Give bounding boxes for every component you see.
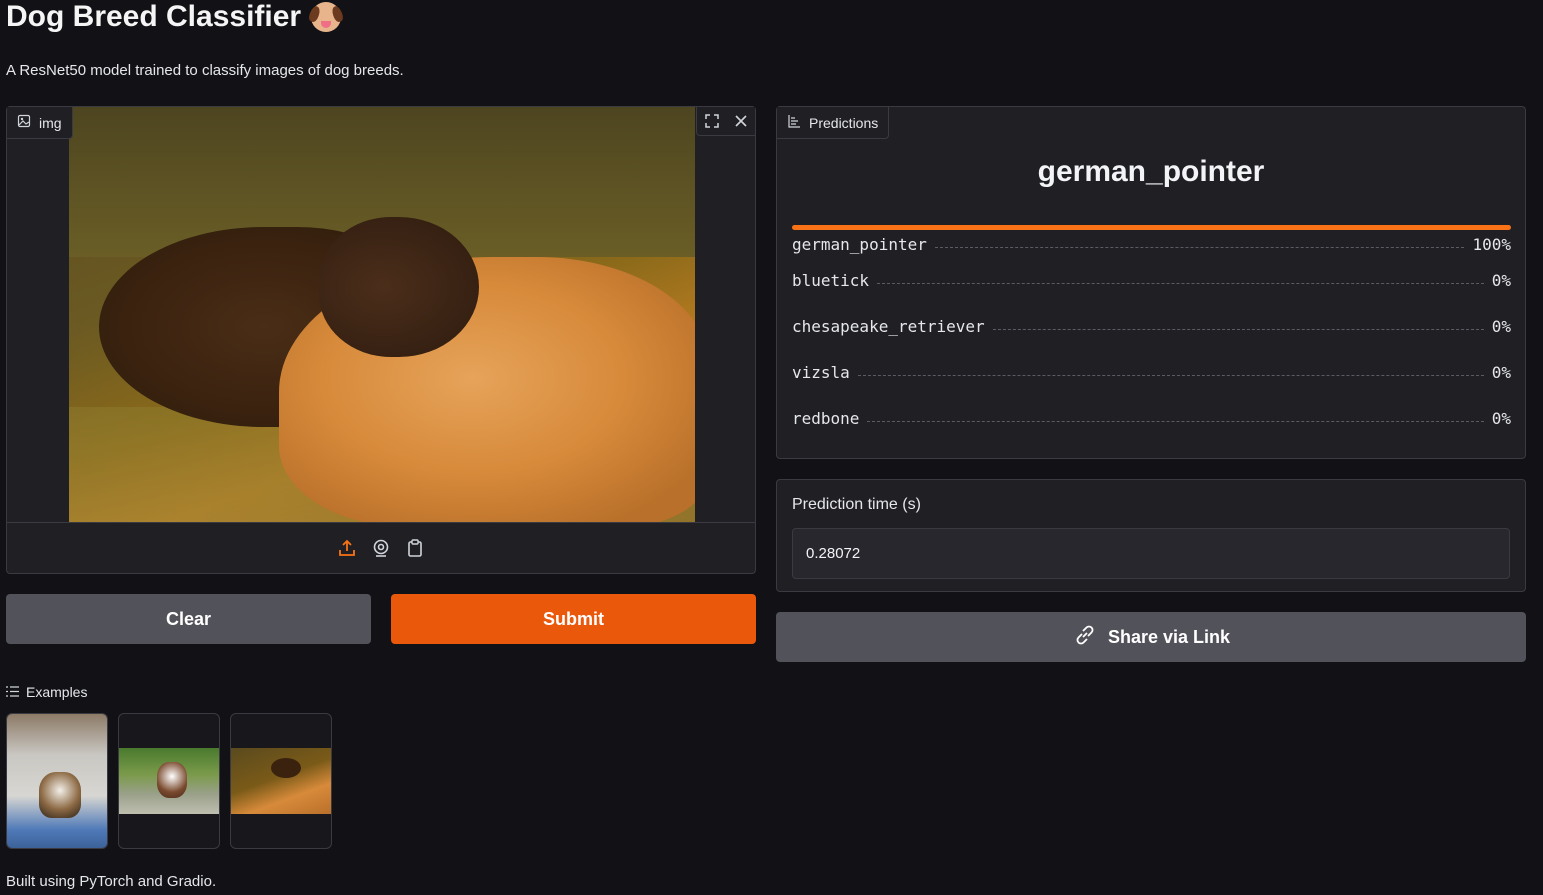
confidence-value: 100% xyxy=(1472,235,1511,254)
image-preview[interactable] xyxy=(7,107,755,523)
link-icon xyxy=(1072,622,1098,653)
confidence-value: 0% xyxy=(1491,271,1511,290)
list-icon xyxy=(6,684,19,700)
image-input-label: img xyxy=(7,107,73,139)
predictions-label: Predictions xyxy=(777,107,890,139)
confidence-label: bluetick xyxy=(792,271,870,290)
confidence-label: german_pointer xyxy=(792,235,927,254)
title-text: Dog Breed Classifier xyxy=(6,0,302,33)
confidence-row: redbone 0% xyxy=(792,409,1511,455)
confidence-row: chesapeake_retriever 0% xyxy=(792,317,1511,363)
predictions-label-text: Predictions xyxy=(809,114,879,131)
share-button-label: Share via Link xyxy=(1107,626,1231,647)
example-thumbnail-1[interactable] xyxy=(6,713,108,849)
confidence-label: chesapeake_retriever xyxy=(792,317,985,336)
prediction-time-panel: Prediction time (s) 0.28072 xyxy=(776,479,1526,592)
example-thumbnail-2[interactable] xyxy=(118,713,220,849)
page-title: Dog Breed Classifier xyxy=(6,0,342,34)
uploaded-dog-photo xyxy=(69,107,695,522)
predictions-panel: Predictions german_pointer german_pointe… xyxy=(776,106,1526,459)
dog-face-icon xyxy=(311,2,342,32)
prediction-time-field[interactable]: 0.28072 xyxy=(792,528,1510,579)
app-description: A ResNet50 model trained to classify ima… xyxy=(6,62,404,79)
submit-button[interactable]: Submit xyxy=(391,594,756,644)
image-toolbar xyxy=(696,107,755,136)
confidence-list: german_pointer 100% bluetick 0% chesapeake… xyxy=(792,225,1511,455)
webcam-icon[interactable] xyxy=(371,538,391,558)
confidence-row: german_pointer 100% xyxy=(792,225,1511,271)
prediction-time-label: Prediction time (s) xyxy=(792,496,921,513)
footer-text: Built using PyTorch and Gradio. xyxy=(6,873,217,890)
image-input-label-text: img xyxy=(39,114,62,131)
upload-icon[interactable] xyxy=(337,538,357,558)
clear-button[interactable]: Clear xyxy=(6,594,371,644)
share-via-link-button[interactable]: Share via Link xyxy=(776,612,1526,662)
image-icon xyxy=(17,114,31,131)
confidence-value: 0% xyxy=(1491,363,1511,382)
confidence-label: vizsla xyxy=(792,363,850,382)
image-input-panel[interactable]: img xyxy=(6,106,756,574)
fullscreen-icon[interactable] xyxy=(697,107,726,135)
confidence-label: redbone xyxy=(792,409,860,428)
example-thumbnail-3[interactable] xyxy=(230,713,332,849)
confidence-row: vizsla 0% xyxy=(792,363,1511,409)
confidence-value: 0% xyxy=(1491,317,1511,336)
close-icon[interactable] xyxy=(726,107,755,135)
clipboard-icon[interactable] xyxy=(405,538,425,558)
confidence-row: bluetick 0% xyxy=(792,271,1511,317)
confidence-value: 0% xyxy=(1491,409,1511,428)
examples-label: Examples xyxy=(6,684,87,700)
top-prediction: german_pointer xyxy=(1037,155,1265,188)
bar-chart-icon xyxy=(787,114,801,131)
confidence-bar xyxy=(792,225,1511,230)
examples-label-text: Examples xyxy=(26,684,88,700)
image-source-bar xyxy=(7,531,755,565)
